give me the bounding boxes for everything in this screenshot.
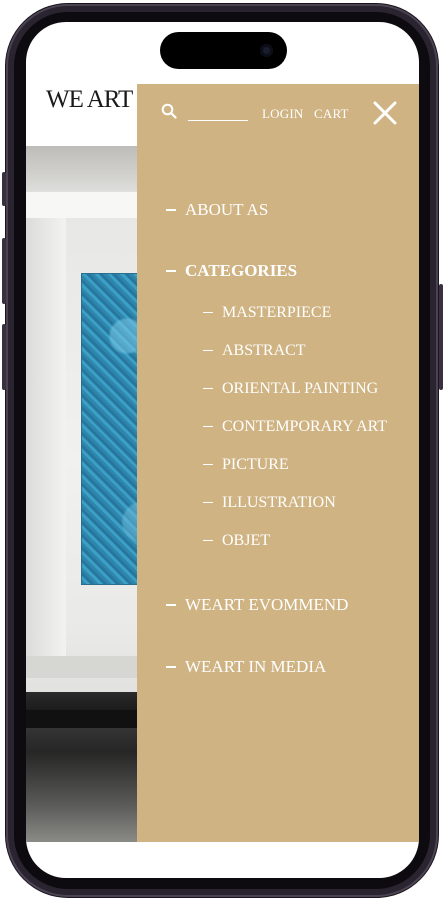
volume-down-button <box>2 324 6 390</box>
menu-item-categories[interactable]: CATEGORIES <box>166 261 297 281</box>
screen: WE ART LOGIN CART ABOUT AS CATEGORIES MA… <box>26 22 419 878</box>
hero-wall-shade <box>26 218 66 678</box>
action-button <box>2 172 6 206</box>
menu-item-label: ABOUT AS <box>185 200 269 219</box>
dash-icon <box>166 270 176 272</box>
search-icon[interactable] <box>161 103 177 119</box>
site-logo[interactable]: WE ART <box>46 86 133 114</box>
menu-item-label: CATEGORIES <box>185 261 298 280</box>
power-button <box>439 284 443 390</box>
side-menu: LOGIN CART ABOUT AS CATEGORIES MASTERPIE… <box>137 84 419 842</box>
menu-item-about-as[interactable]: ABOUT AS <box>166 200 268 220</box>
dash-icon <box>203 311 213 314</box>
submenu-item-label: ILLUSTRATION <box>222 494 336 511</box>
submenu-item-label: CONTEMPORARY ART <box>222 418 388 435</box>
submenu-item-masterpiece[interactable]: MASTERPIECE <box>203 304 331 322</box>
menu-item-label: WEART EVOMMEND <box>185 595 349 614</box>
submenu-item-contemporary-art[interactable]: CONTEMPORARY ART <box>203 418 387 436</box>
dash-icon <box>203 539 213 542</box>
menu-item-weart-evommend[interactable]: WEART EVOMMEND <box>166 595 348 615</box>
submenu-item-label: MASTERPIECE <box>222 304 332 321</box>
search-input[interactable] <box>188 120 248 121</box>
dash-icon <box>203 501 213 504</box>
dynamic-island <box>160 32 287 69</box>
dash-icon <box>166 604 176 606</box>
dash-icon <box>203 349 213 352</box>
submenu-item-abstract[interactable]: ABSTRACT <box>203 342 306 360</box>
menu-toolbar: LOGIN CART <box>137 84 419 144</box>
submenu-item-objet[interactable]: OBJET <box>203 532 270 550</box>
menu-item-weart-in-media[interactable]: WEART IN MEDIA <box>166 657 326 677</box>
login-link[interactable]: LOGIN <box>262 106 303 122</box>
dash-icon <box>203 387 213 390</box>
cart-link[interactable]: CART <box>314 106 349 122</box>
close-icon[interactable] <box>372 100 398 126</box>
submenu-item-oriental-painting[interactable]: ORIENTAL PAINTING <box>203 380 378 398</box>
submenu-item-label: OBJET <box>222 532 270 549</box>
dash-icon <box>203 463 213 466</box>
menu-item-label: WEART IN MEDIA <box>185 657 327 676</box>
submenu-item-illustration[interactable]: ILLUSTRATION <box>203 494 336 512</box>
dash-icon <box>166 666 176 668</box>
dash-icon <box>203 425 213 428</box>
submenu-item-label: PICTURE <box>222 456 289 473</box>
volume-up-button <box>2 238 6 304</box>
submenu-item-picture[interactable]: PICTURE <box>203 456 289 474</box>
camera-icon <box>260 44 273 57</box>
submenu-item-label: ABSTRACT <box>222 342 306 359</box>
submenu-item-label: ORIENTAL PAINTING <box>222 380 379 397</box>
dash-icon <box>166 209 176 211</box>
